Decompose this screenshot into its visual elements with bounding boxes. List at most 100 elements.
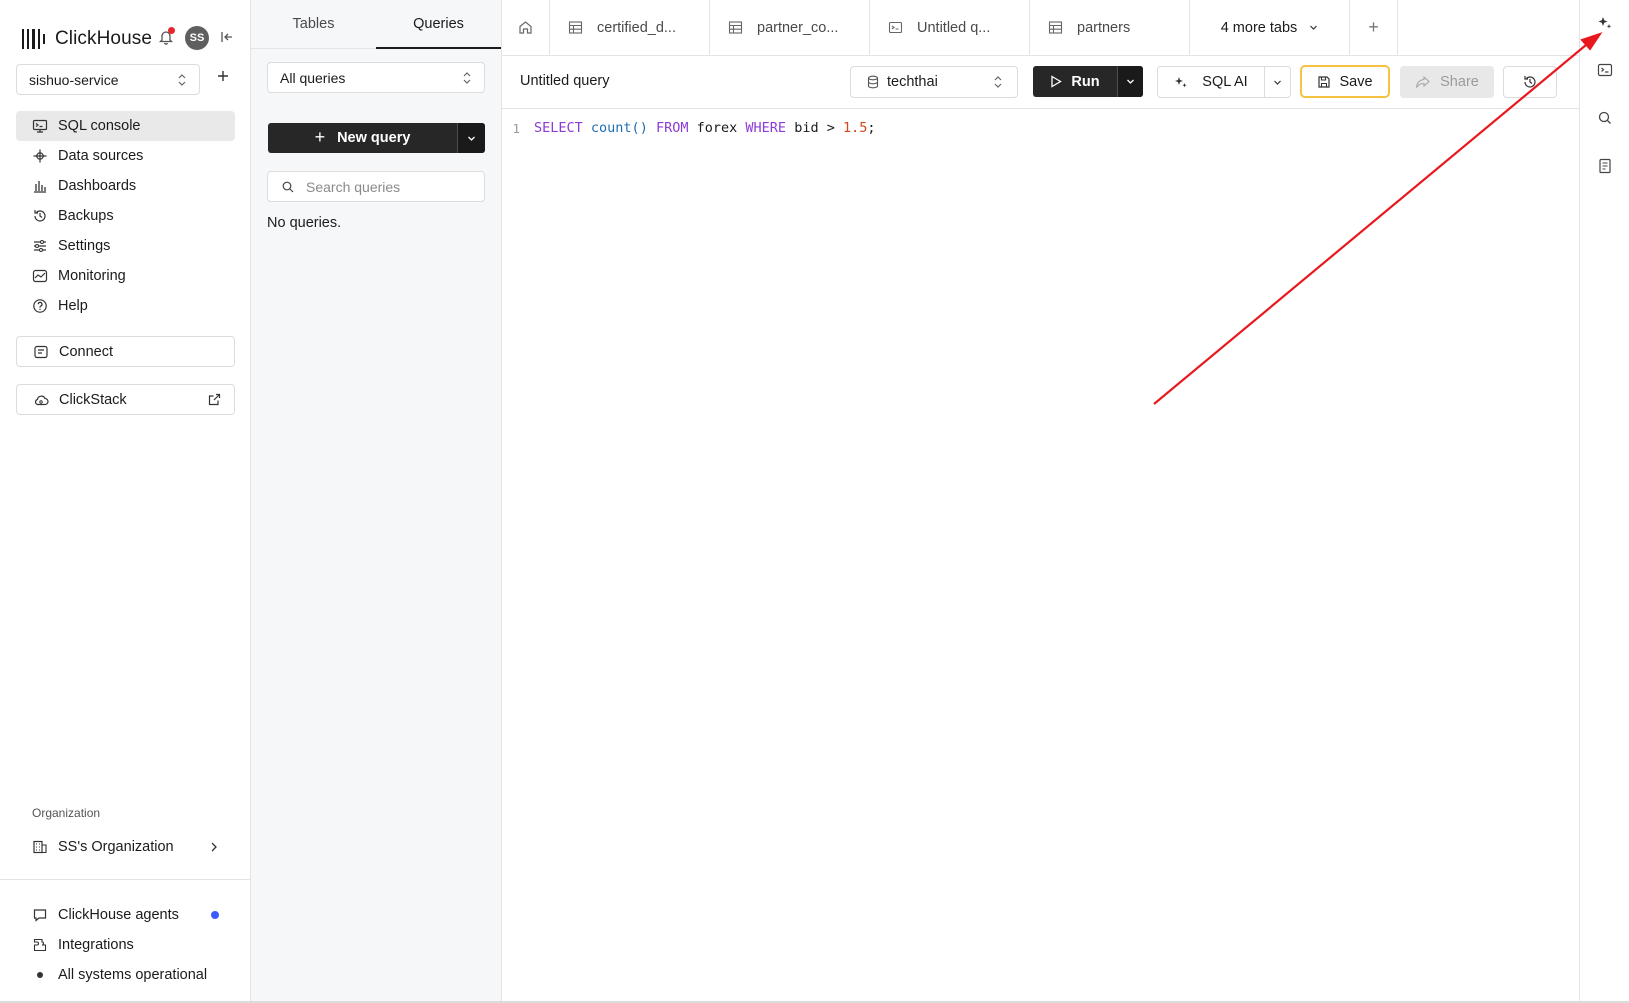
tab-label: partner_co... [757,19,839,36]
editor-line[interactable]: 1 SELECT count() FROM forex WHERE bid > … [502,118,876,138]
sql-code[interactable]: SELECT count() FROM forex WHERE bid > 1.… [534,120,876,136]
settings-sliders-icon [34,240,46,252]
query-toolbar: Untitled query techthai Run SQL AI Save … [502,56,1579,109]
run-button[interactable]: Run [1033,66,1117,97]
nav-item-integrations[interactable]: Integrations [16,930,235,960]
brand-name: ClickHouse [54,28,153,49]
line-number: 1 [512,120,520,136]
tab-partner-contacts[interactable]: partner_co... [710,0,870,55]
search-icon[interactable] [1597,110,1613,126]
terminal-icon[interactable] [1597,62,1613,78]
nav-item-label: Data sources [58,148,144,164]
clickstack-button[interactable]: ClickStack [16,384,235,415]
clickhouse-logo-icon [22,28,45,50]
help-icon [33,299,47,313]
panel-tabs: Tables Queries [251,0,501,49]
nav-item-label: Settings [58,238,111,254]
nav-item-help[interactable]: Help [16,291,235,321]
nav-item-label: Monitoring [58,268,126,284]
tab-certified-data[interactable]: certified_d... [550,0,710,55]
query-history-button[interactable] [1503,66,1557,98]
share-arrow-icon [1416,75,1430,88]
connect-button[interactable]: Connect [16,336,235,367]
notifications-bell-icon[interactable] [158,27,175,46]
organization-name: SS's Organization [58,839,174,855]
nav-list: SQL console Data sources Dashboards Back… [16,111,235,321]
monitoring-icon [32,269,48,283]
bottom-nav-list: ClickHouse agents Integrations All syste… [16,900,235,990]
app-window: ClickHouse SS sishuo-service SQL console [0,0,1629,1003]
nav-item-clickhouse-agents[interactable]: ClickHouse agents [16,900,235,930]
chat-icon [33,909,47,922]
sql-ai-label: SQL AI [1202,74,1248,90]
sql-function: count() [590,120,648,136]
service-selector[interactable]: sishuo-service [16,64,200,95]
nav-item-backups[interactable]: Backups [16,201,235,231]
sql-identifier: forex [696,120,738,136]
tab-untitled-query[interactable]: Untitled q... [870,0,1030,55]
search-queries-field[interactable] [267,171,485,202]
service-name: sishuo-service [29,71,119,88]
nav-item-label: Dashboards [58,178,137,194]
backups-icon [34,210,46,222]
chevron-up-down-icon [993,75,1003,89]
chevron-right-icon [211,842,217,852]
run-options-dropdown[interactable] [1117,66,1143,97]
table-icon [728,21,743,34]
play-icon [1051,75,1063,88]
chevron-down-icon [1310,25,1318,30]
nav-item-monitoring[interactable]: Monitoring [16,261,235,291]
new-query-dropdown[interactable] [457,123,485,153]
main-sidebar: ClickHouse SS sishuo-service SQL console [0,0,251,1003]
integrations-icon [33,938,47,952]
sql-ai-button[interactable]: SQL AI [1158,67,1264,97]
database-selector[interactable]: techthai [850,66,1018,98]
save-button[interactable]: Save [1300,65,1390,98]
clickstack-label: ClickStack [59,391,127,408]
queries-filter-value: All queries [280,69,346,86]
collapse-sidebar-icon[interactable] [220,30,234,44]
sql-editor[interactable]: 1 SELECT count() FROM forex WHERE bid > … [502,109,1579,1003]
share-button[interactable]: Share [1400,66,1494,98]
tab-label: Untitled q... [917,19,991,36]
search-queries-input[interactable] [306,178,476,195]
tab-queries[interactable]: Queries [376,0,501,49]
sparkles-ai-assistant-icon[interactable] [1597,15,1613,31]
nav-item-data-sources[interactable]: Data sources [16,141,235,171]
more-tabs-dropdown[interactable]: 4 more tabs [1190,0,1350,55]
tab-tables[interactable]: Tables [251,0,376,48]
nav-item-label: ClickHouse agents [58,907,179,923]
system-status[interactable]: All systems operational [16,960,235,990]
organization-selector[interactable]: SS's Organization [16,832,235,862]
sql-identifier: bid [794,120,819,136]
sql-semicolon: ; [867,120,876,136]
cloud-icon [34,395,49,405]
sql-ai-dropdown[interactable] [1264,67,1290,97]
nav-item-sql-console[interactable]: SQL console [16,111,235,141]
document-icon[interactable] [1597,158,1613,174]
queries-filter-select[interactable]: All queries [267,62,485,93]
new-query-button[interactable]: + New query [268,123,457,153]
tab-label: certified_d... [597,19,676,36]
table-icon [1048,21,1063,34]
tab-label: partners [1077,19,1131,36]
search-icon [282,181,294,192]
more-tabs-label: 4 more tabs [1220,19,1298,36]
history-icon [1524,76,1536,88]
organization-heading: Organization [32,806,101,820]
queries-panel: Tables Queries All queries + New query N… [251,0,502,1003]
database-icon [867,75,879,89]
home-icon [519,21,532,34]
tab-home[interactable] [502,0,550,55]
query-title[interactable]: Untitled query [520,73,609,89]
nav-item-dashboards[interactable]: Dashboards [16,171,235,201]
tab-partners[interactable]: partners [1030,0,1190,55]
add-service-plus-icon[interactable] [216,69,230,83]
avatar[interactable]: SS [185,26,209,50]
nav-item-settings[interactable]: Settings [16,231,235,261]
brand-header: ClickHouse SS [22,24,242,54]
divider [0,879,251,880]
add-tab-button[interactable]: + [1350,0,1398,55]
run-label: Run [1071,73,1100,90]
run-button-group: Run [1033,66,1143,97]
